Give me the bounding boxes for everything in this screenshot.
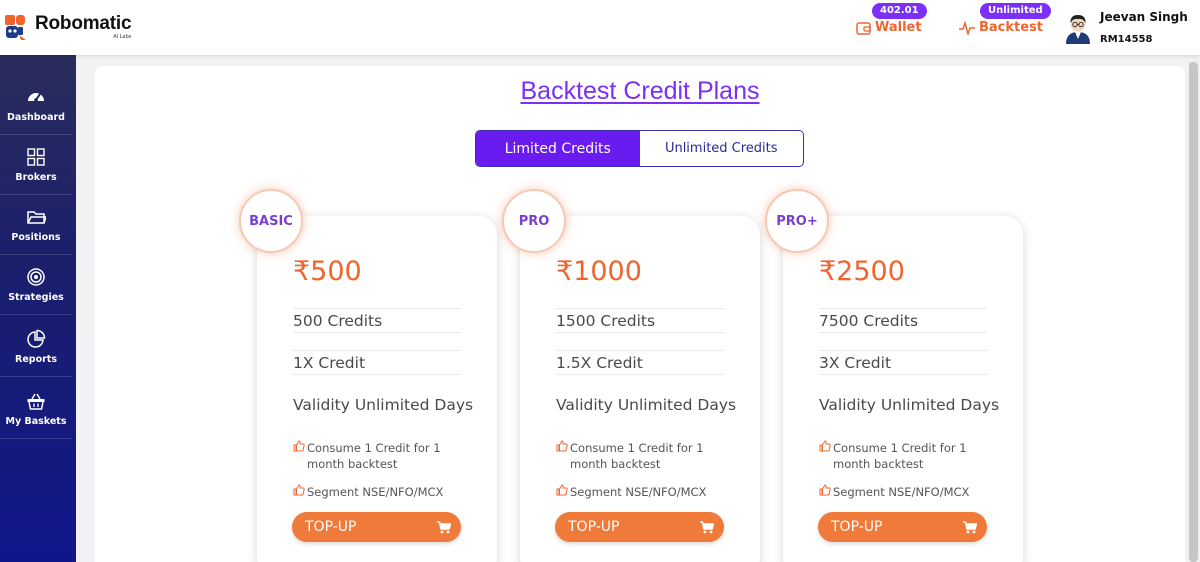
sidebar-item-reports[interactable]: Reports bbox=[0, 317, 72, 377]
wallet-label: Wallet bbox=[875, 20, 922, 35]
sidebar-item-label: Positions bbox=[11, 231, 61, 243]
divider bbox=[556, 350, 724, 351]
divider bbox=[556, 308, 724, 309]
backtest-status-badge: Unlimited bbox=[980, 3, 1051, 19]
plan-validity: Validity Unlimited Days bbox=[556, 396, 737, 414]
thumbs-up-icon bbox=[819, 484, 831, 496]
topup-button[interactable]: TOP-UP bbox=[555, 512, 724, 542]
sidebar-item-label: My Baskets bbox=[5, 415, 67, 427]
thumbs-up-icon bbox=[293, 484, 305, 496]
plan-multiplier: 1.5X Credit bbox=[556, 354, 643, 372]
app-logo[interactable]: Robomatic AI Labs bbox=[4, 13, 132, 41]
plan-price: ₹500 bbox=[293, 256, 362, 287]
tab-unlimited-credits[interactable]: Unlimited Credits bbox=[640, 131, 804, 166]
wallet-icon bbox=[856, 21, 871, 35]
tab-limited-credits[interactable]: Limited Credits bbox=[476, 131, 640, 166]
plan-note-consume: Consume 1 Credit for 1 month backtest bbox=[556, 440, 736, 472]
plan-note-segment: Segment NSE/NFO/MCX bbox=[556, 484, 736, 500]
sidebar-item-my-baskets[interactable]: My Baskets bbox=[0, 379, 72, 439]
app-tagline: AI Labs bbox=[113, 34, 132, 40]
sidebar-item-label: Dashboard bbox=[7, 111, 65, 123]
plan-credits: 7500 Credits bbox=[819, 312, 919, 330]
divider bbox=[293, 332, 461, 333]
divider bbox=[819, 332, 987, 333]
plan-badge-basic: BASIC bbox=[239, 189, 303, 253]
plan-validity: Validity Unlimited Days bbox=[293, 396, 474, 414]
backtest-label: Backtest bbox=[979, 20, 1044, 35]
pulse-icon bbox=[959, 20, 975, 35]
user-name[interactable]: Jeevan Singh bbox=[1100, 10, 1188, 24]
plan-note-segment: Segment NSE/NFO/MCX bbox=[819, 484, 999, 500]
thumbs-up-icon bbox=[819, 440, 831, 452]
topup-label: TOP-UP bbox=[568, 519, 620, 535]
cart-icon bbox=[963, 520, 977, 533]
divider bbox=[819, 374, 987, 375]
topup-button[interactable]: TOP-UP bbox=[292, 512, 461, 542]
divider bbox=[556, 332, 724, 333]
sidebar: Dashboard Brokers Positions Strategies R… bbox=[0, 55, 76, 562]
pie-chart-icon bbox=[27, 329, 46, 348]
topup-button[interactable]: TOP-UP bbox=[818, 512, 987, 542]
basket-icon bbox=[27, 393, 45, 410]
scrollbar-thumb[interactable] bbox=[1189, 62, 1198, 562]
plan-card-pro: ₹1000 1500 Credits 1.5X Credit Validity … bbox=[520, 216, 760, 562]
plan-badge-pro-plus: PRO+ bbox=[765, 189, 829, 253]
plan-badge-pro: PRO bbox=[502, 189, 566, 253]
sidebar-item-label: Reports bbox=[15, 353, 57, 365]
plan-price: ₹1000 bbox=[556, 256, 642, 287]
user-avatar[interactable] bbox=[1064, 12, 1092, 44]
sidebar-item-positions[interactable]: Positions bbox=[0, 195, 72, 255]
plan-note-consume: Consume 1 Credit for 1 month backtest bbox=[819, 440, 999, 472]
thumbs-up-icon bbox=[556, 484, 568, 496]
divider bbox=[819, 308, 987, 309]
divider bbox=[293, 350, 461, 351]
plan-multiplier: 3X Credit bbox=[819, 354, 892, 372]
sidebar-item-label: Brokers bbox=[15, 171, 57, 183]
cart-icon bbox=[437, 520, 451, 533]
plan-price: ₹2500 bbox=[819, 256, 905, 287]
user-id: RM14558 bbox=[1100, 34, 1153, 45]
sidebar-item-brokers[interactable]: Brokers bbox=[0, 135, 72, 195]
sidebar-item-strategies[interactable]: Strategies bbox=[0, 255, 72, 315]
plan-card-basic: ₹500 500 Credits 1X Credit Validity Unli… bbox=[257, 216, 497, 562]
app-name: Robomatic bbox=[35, 13, 132, 34]
divider bbox=[293, 308, 461, 309]
grid-icon bbox=[27, 147, 45, 166]
divider bbox=[556, 374, 724, 375]
plan-multiplier: 1X Credit bbox=[293, 354, 366, 372]
thumbs-up-icon bbox=[293, 440, 305, 452]
backtest-link[interactable]: Unlimited Backtest bbox=[955, 0, 1051, 55]
folder-icon bbox=[27, 210, 46, 224]
topup-label: TOP-UP bbox=[305, 519, 357, 535]
cart-icon bbox=[700, 520, 714, 533]
divider bbox=[819, 350, 987, 351]
page-title: Backtest Credit Plans bbox=[520, 77, 760, 105]
wallet-balance-badge: 402.01 bbox=[872, 3, 927, 19]
target-icon bbox=[27, 267, 45, 286]
plan-credits: 1500 Credits bbox=[556, 312, 656, 330]
sidebar-item-label: Strategies bbox=[8, 291, 64, 303]
robot-logo-icon bbox=[4, 14, 31, 41]
plan-note-consume: Consume 1 Credit for 1 month backtest bbox=[293, 440, 473, 472]
plan-note-segment: Segment NSE/NFO/MCX bbox=[293, 484, 473, 500]
plan-card-pro-plus: ₹2500 7500 Credits 3X Credit Validity Un… bbox=[783, 216, 1023, 562]
top-header: Robomatic AI Labs 402.01 Wallet Unlimite… bbox=[0, 0, 1200, 55]
thumbs-up-icon bbox=[556, 440, 568, 452]
plan-validity: Validity Unlimited Days bbox=[819, 396, 1000, 414]
credit-type-toggle: Limited Credits Unlimited Credits bbox=[475, 130, 804, 167]
divider bbox=[293, 374, 461, 375]
topup-label: TOP-UP bbox=[831, 519, 883, 535]
wallet-link[interactable]: 402.01 Wallet bbox=[850, 0, 930, 55]
plan-credits: 500 Credits bbox=[293, 312, 383, 330]
